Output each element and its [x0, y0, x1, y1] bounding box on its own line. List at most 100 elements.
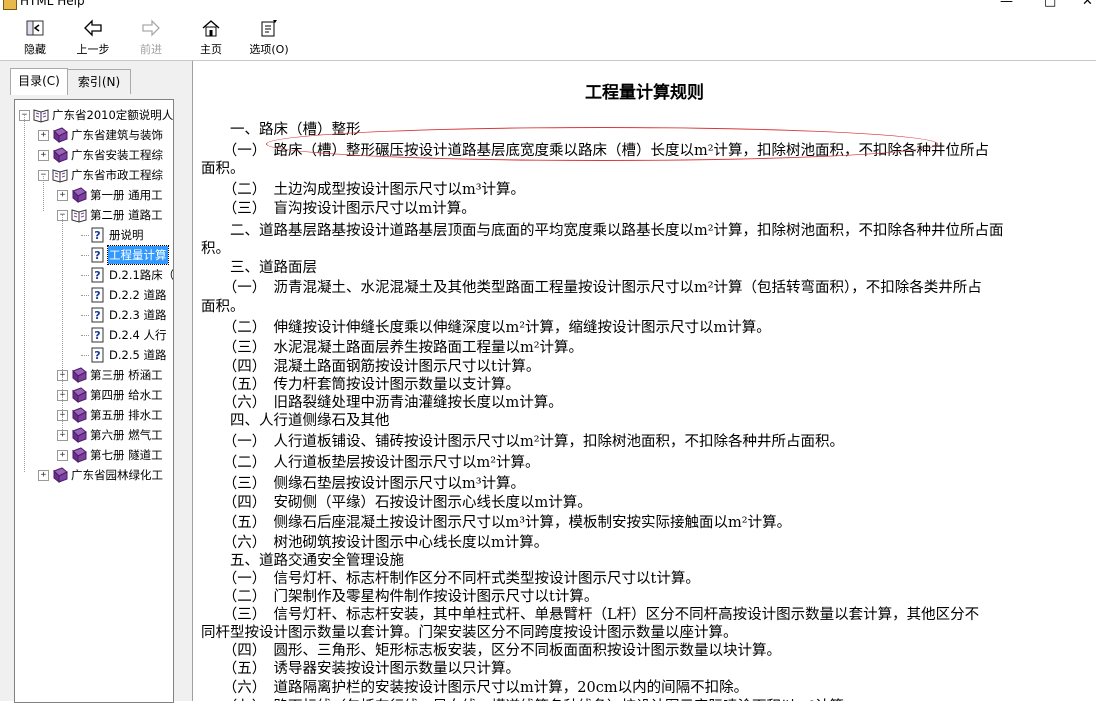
- tree-item-label: 广东省园林绿化工: [71, 468, 163, 482]
- book-closed-icon: [71, 387, 87, 404]
- tree-guide-line: [43, 174, 44, 211]
- tree-item[interactable]: + 第一册 通用工: [15, 186, 173, 204]
- svg-text:?: ?: [94, 309, 100, 322]
- svg-text:?: ?: [94, 229, 100, 242]
- tree-item-label: D.2.1路床（: [109, 268, 174, 282]
- book-open-icon: [52, 167, 68, 183]
- red-ellipse-annotation: [266, 127, 938, 161]
- tree-item-label: 第七册 隧道工: [90, 448, 163, 462]
- tree-guide-line: [62, 214, 63, 434]
- tree-item[interactable]: ? D.2.4 人行: [15, 326, 173, 344]
- minimize-icon[interactable]: —: [1000, 0, 1013, 9]
- tree-item-label: 第六册 燃气工: [90, 428, 163, 442]
- help-page-icon: ?: [90, 347, 106, 363]
- forward-button[interactable]: 前进: [133, 18, 169, 60]
- tree-connector: [81, 295, 89, 296]
- tree-item[interactable]: + 广东省园林绿化工: [15, 466, 173, 484]
- tree-item[interactable]: − 第二册 道路工: [15, 206, 173, 224]
- tab-contents[interactable]: 目录(C): [10, 68, 68, 95]
- home-icon: [200, 18, 222, 38]
- tree-item[interactable]: + 第七册 隧道工: [15, 446, 173, 464]
- book-closed-icon: [71, 447, 87, 464]
- book-closed-icon: [71, 367, 87, 384]
- help-page-icon: ?: [90, 267, 106, 283]
- tree-item[interactable]: + 第四册 给水工: [15, 386, 173, 404]
- tree-item[interactable]: ? D.2.1路床（: [15, 266, 173, 284]
- tree-item-label: D.2.3 道路: [109, 308, 167, 322]
- topic-paragraph: （三） 侧缘石垫层按设计图示尺寸以m³计算。: [201, 476, 526, 492]
- svg-text:?: ?: [94, 249, 100, 262]
- toolbar: 隐藏 上一步 前进 主页 选项(O): [0, 10, 1096, 60]
- title-bar: HTML Help — □ ✕: [0, 0, 1096, 10]
- tree-item-label: D.2.4 人行: [109, 328, 167, 342]
- topic-paragraph: 三、道路面层: [201, 260, 317, 276]
- expand-plus-icon[interactable]: +: [57, 190, 68, 201]
- tree-item[interactable]: ? 工程量计算: [15, 245, 173, 265]
- tree-item-label: 第三册 桥涵工: [90, 368, 163, 382]
- tree-connector: [81, 315, 89, 316]
- tree-item-label: 广东省安装工程综: [71, 148, 163, 162]
- help-page-icon: ?: [90, 247, 106, 263]
- tree-item[interactable]: ? D.2.5 道路: [15, 346, 173, 364]
- hide-button[interactable]: 隐藏: [18, 18, 52, 60]
- topic-paragraph: （四） 安砌侧（平缘）石按设计图示心线长度以m计算。: [201, 495, 592, 511]
- forward-arrow-icon: [140, 18, 162, 38]
- tree-item-label: 第一册 通用工: [90, 188, 163, 202]
- hide-pane-icon: [24, 18, 46, 38]
- tree-item-label: D.2.5 道路: [109, 348, 167, 362]
- tree-guide-line: [24, 114, 25, 472]
- topic-paragraph: （一） 人行道板铺设、铺砖按设计图示尺寸以m²计算，扣除树池面积，不扣除各种井所…: [201, 434, 845, 450]
- book-closed-icon: [71, 427, 87, 444]
- tab-index[interactable]: 索引(N): [67, 69, 131, 94]
- options-icon: [258, 18, 280, 38]
- topic-paragraph: 积。: [201, 241, 230, 257]
- book-closed-icon: [71, 187, 87, 204]
- tree-item-label: D.2.2 道路: [109, 288, 167, 302]
- tree-item-label: 第二册 道路工: [90, 208, 163, 222]
- expand-plus-icon[interactable]: +: [38, 470, 49, 481]
- topic-paragraph: （二） 土边沟成型按设计图示尺寸以m³计算。: [201, 182, 526, 198]
- contents-tree[interactable]: − 广东省2010定额说明人 + 广东省建筑与装饰 + 广东省安装工程综 − 广东省市政工程综…: [14, 99, 174, 703]
- svg-text:?: ?: [94, 289, 100, 302]
- expand-plus-icon[interactable]: +: [38, 130, 49, 141]
- maximize-icon[interactable]: □: [1044, 0, 1056, 9]
- back-button[interactable]: 上一步: [73, 18, 113, 60]
- tree-item[interactable]: − 广东省2010定额说明人: [15, 106, 173, 124]
- svg-text:?: ?: [94, 329, 100, 342]
- tree-item[interactable]: + 广东省安装工程综: [15, 146, 173, 164]
- expand-plus-icon[interactable]: +: [57, 450, 68, 461]
- tree-connector: [81, 255, 89, 256]
- tree-item-label: 第五册 排水工: [90, 408, 163, 422]
- home-button[interactable]: 主页: [193, 18, 229, 60]
- tree-item-label: 第四册 给水工: [90, 388, 163, 402]
- topic-paragraph: （一） 沥青混凝土、水泥混凝土及其他类型路面工程量按设计图示尺寸以m²计算（包括…: [201, 280, 982, 296]
- back-arrow-icon: [82, 18, 104, 38]
- tree-item-label: 工程量计算: [107, 245, 169, 265]
- book-open-icon: [71, 207, 87, 223]
- topic-paragraph: （二） 人行道板垫层按设计图示尺寸以m²计算。: [201, 455, 540, 471]
- tree-connector: [81, 235, 89, 236]
- help-page-icon: ?: [90, 327, 106, 343]
- help-page-icon: ?: [90, 307, 106, 323]
- tree-item[interactable]: − 广东省市政工程综: [15, 166, 173, 184]
- navigation-pane: 目录(C) 索引(N) − 广东省2010定额说明人 + 广东省建筑与装饰 + 广东省安装…: [0, 61, 187, 703]
- tree-item[interactable]: ? 册说明: [15, 226, 173, 244]
- book-closed-icon: [71, 407, 87, 424]
- svg-text:?: ?: [94, 269, 100, 282]
- topic-content: 工程量计算规则 一、路床（槽）整形 （一） 路床（槽）整形碾压按设计道路基层底宽…: [193, 61, 1096, 701]
- book-closed-icon: [52, 147, 68, 164]
- close-icon[interactable]: ✕: [1082, 0, 1093, 9]
- svg-text:?: ?: [94, 349, 100, 362]
- tree-item[interactable]: ? D.2.3 道路: [15, 306, 173, 324]
- tree-item[interactable]: ? D.2.2 道路: [15, 286, 173, 304]
- topic-paragraph: 二、道路基层路基按设计道路基层顶面与底面的平均宽度乘以路基长度以m²计算，扣除树…: [201, 223, 1004, 239]
- tree-item[interactable]: + 广东省建筑与装饰: [15, 126, 173, 144]
- tree-item[interactable]: + 第三册 桥涵工: [15, 366, 173, 384]
- app-icon: [3, 0, 17, 10]
- tree-item[interactable]: + 第五册 排水工: [15, 406, 173, 424]
- tree-item[interactable]: + 第六册 燃气工: [15, 426, 173, 444]
- topic-paragraph: （二） 伸缝按设计伸缝长度乘以伸缝深度以m²计算，缩缝按设计图示尺寸以m计算。: [201, 320, 771, 336]
- expand-plus-icon[interactable]: +: [38, 150, 49, 161]
- options-button[interactable]: 选项(O): [246, 18, 292, 60]
- tree-connector: [81, 355, 89, 356]
